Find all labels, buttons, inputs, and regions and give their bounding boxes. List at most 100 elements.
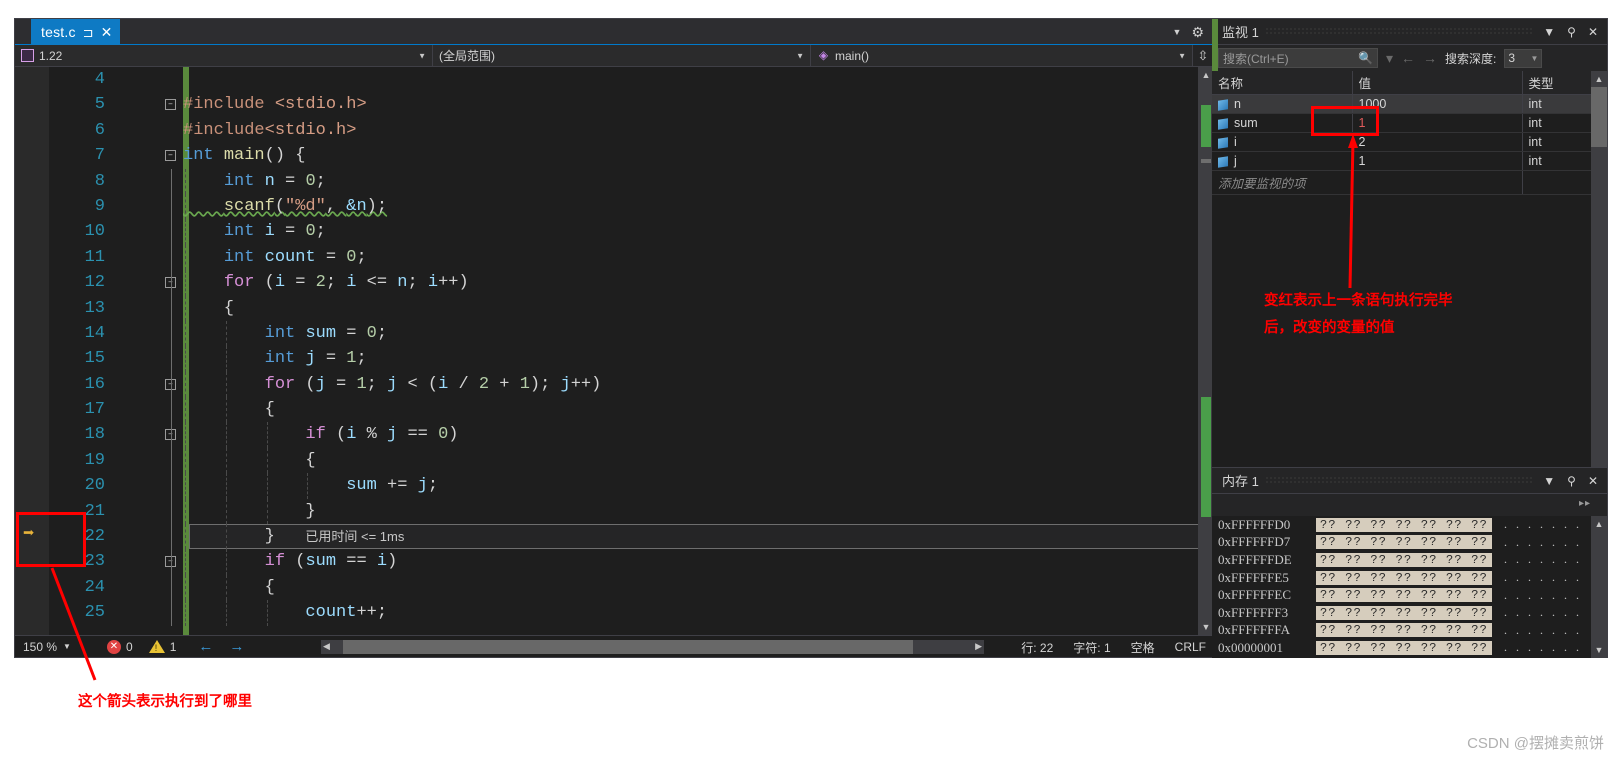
code-line[interactable]: 16– for (j = 1; j < (i / 2 + 1); j++)	[15, 371, 1214, 398]
drag-handle[interactable]	[1264, 27, 1535, 36]
close-icon[interactable]: ✕	[101, 25, 113, 39]
memory-vertical-scrollbar[interactable]: ▲ ▼	[1591, 516, 1607, 658]
column-header-value[interactable]: 值	[1352, 71, 1523, 95]
pin-icon[interactable]: ⚲	[1564, 474, 1579, 488]
editor-horizontal-scrollbar[interactable]: ◀ ▶	[321, 640, 984, 654]
code-line[interactable]: 23– if (sum == i)	[15, 549, 1214, 575]
scroll-up-icon[interactable]: ▲	[1591, 71, 1607, 87]
code-line[interactable]: 5 – #include <stdio.h>	[15, 92, 1214, 117]
code-line[interactable]: 19 {	[15, 447, 1214, 474]
code-line[interactable]: 11 int count = 0;	[15, 244, 1214, 271]
scroll-down-icon[interactable]: ▼	[1591, 642, 1607, 658]
watch-vertical-scrollbar[interactable]: ▲	[1591, 71, 1607, 472]
search-input[interactable]: 搜索(Ctrl+E) 🔍	[1218, 48, 1378, 68]
drag-handle[interactable]	[1264, 476, 1535, 485]
search-next-icon[interactable]: →	[1423, 50, 1437, 66]
pin-icon[interactable]: ⊐	[83, 26, 94, 39]
watch-variable-value[interactable]: 1	[1352, 151, 1523, 171]
watch-grid-container[interactable]: 名称 值 类型 n 1000 int sum 1 int i 2 int j 1 int 添加要监视的项…	[1212, 71, 1607, 472]
line-ending-indicator[interactable]: CRLF	[1175, 640, 1206, 654]
close-icon[interactable]: ✕	[1585, 474, 1601, 488]
pin-icon[interactable]: ⚲	[1564, 25, 1579, 39]
zoom-level-dropdown[interactable]: 150 % ▼	[15, 640, 91, 654]
memory-bytes[interactable]: ?? ?? ?? ?? ?? ?? ??	[1316, 535, 1493, 550]
watch-add-placeholder[interactable]: 添加要监视的项	[1212, 170, 1353, 195]
tab-test-c[interactable]: test.c ⊐ ✕	[31, 19, 121, 45]
memory-bytes[interactable]: ?? ?? ?? ?? ?? ?? ??	[1316, 623, 1493, 638]
scrollbar-thumb[interactable]	[343, 640, 913, 654]
close-icon[interactable]: ✕	[1585, 25, 1601, 39]
search-icon[interactable]: 🔍	[1358, 51, 1373, 65]
member-scope-dropdown[interactable]: (全局范围) ▼	[433, 45, 811, 66]
file-scope-dropdown[interactable]: 1.22 ▼	[15, 45, 433, 66]
memory-bytes[interactable]: ?? ?? ?? ?? ?? ?? ??	[1316, 640, 1493, 655]
code-line[interactable]: 9 scanf("%d", &n);	[15, 193, 1214, 220]
chevron-down-icon[interactable]: ▼	[796, 51, 804, 60]
memory-bytes[interactable]: ?? ?? ?? ?? ?? ?? ??	[1316, 605, 1493, 620]
chevron-down-icon[interactable]: ▼	[1540, 25, 1558, 39]
memory-row[interactable]: 0xFFFFFFF3 ?? ?? ?? ?? ?? ?? ?? . . . . . …	[1212, 604, 1607, 622]
code-line[interactable]: 13 {	[15, 295, 1214, 321]
toolbar-overflow-icon[interactable]: ▸▸	[1579, 498, 1591, 509]
navigate-back-icon[interactable]: ←	[198, 638, 213, 655]
memory-row[interactable]: 0x00000001 ?? ?? ?? ?? ?? ?? ?? . . . . . …	[1212, 639, 1607, 657]
watch-row[interactable]: sum 1 int	[1212, 113, 1607, 133]
code-line[interactable]: 15 int j = 1;	[15, 346, 1214, 372]
split-view-icon[interactable]: ⇳	[1193, 45, 1213, 66]
watch-row[interactable]: i 2 int	[1212, 132, 1607, 152]
scroll-left-icon[interactable]: ◀	[323, 641, 330, 652]
chevron-down-icon[interactable]: ▼	[1530, 54, 1538, 63]
watch-row[interactable]: j 1 int	[1212, 151, 1607, 171]
gear-icon[interactable]: ⚙	[1191, 24, 1204, 41]
memory-toolbar[interactable]: ▸▸	[1212, 494, 1607, 516]
indentation-indicator[interactable]: 空格	[1131, 639, 1155, 656]
warning-count-badge[interactable]: 1	[148, 640, 176, 654]
code-line[interactable]: 7 – int main() {	[15, 143, 1214, 168]
memory-bytes[interactable]: ?? ?? ?? ?? ?? ?? ??	[1316, 588, 1493, 603]
memory-row[interactable]: 0xFFFFFFD7 ?? ?? ?? ?? ?? ?? ?? . . . . . …	[1212, 534, 1607, 552]
navigate-forward-icon[interactable]: →	[229, 638, 244, 655]
code-line[interactable]: 8 int n = 0;	[15, 168, 1214, 194]
memory-bytes[interactable]: ?? ?? ?? ?? ?? ?? ??	[1316, 570, 1493, 585]
search-depth-input[interactable]: 3 ▼	[1504, 48, 1543, 68]
code-line[interactable]: 20 sum += j;	[15, 473, 1214, 499]
watch-add-row[interactable]: 添加要监视的项	[1212, 170, 1607, 195]
error-count-badge[interactable]: ✕ 0	[107, 639, 133, 654]
code-line[interactable]: 6 #include<stdio.h>	[15, 118, 1214, 143]
code-line[interactable]: 14 int sum = 0;	[15, 320, 1214, 347]
fold-toggle-icon[interactable]: –	[165, 99, 176, 111]
code-line[interactable]: 10 int i = 0;	[15, 219, 1214, 245]
memory-bytes[interactable]: ?? ?? ?? ?? ?? ?? ??	[1316, 517, 1493, 532]
chevron-down-icon[interactable]: ▼	[63, 642, 71, 651]
scroll-right-icon[interactable]: ▶	[975, 641, 982, 652]
code-line[interactable]: 22 ➡ } 已用时间 <= 1ms	[15, 524, 1214, 550]
memory-bytes[interactable]: ?? ?? ?? ?? ?? ?? ??	[1316, 552, 1493, 567]
memory-row[interactable]: 0xFFFFFFEC ?? ?? ?? ?? ?? ?? ?? . . . . . …	[1212, 586, 1607, 604]
code-line[interactable]: 24 {	[15, 574, 1214, 601]
scrollbar-thumb[interactable]	[1591, 87, 1607, 147]
watch-row[interactable]: n 1000 int	[1212, 94, 1607, 114]
fold-toggle-icon[interactable]: –	[165, 150, 176, 162]
chevron-down-icon[interactable]: ▼	[1178, 51, 1186, 60]
watch-variable-name[interactable]: j	[1212, 151, 1353, 171]
code-line[interactable]: 25 count++;	[15, 600, 1214, 626]
chevron-down-icon[interactable]: ▼	[1540, 474, 1558, 488]
chevron-down-icon[interactable]: ▾	[1386, 50, 1393, 67]
scroll-up-icon[interactable]: ▲	[1591, 516, 1607, 532]
code-editor-surface[interactable]: 4 5– #include <stdio.h> 6 #include<stdio.h> 7…	[15, 67, 1214, 635]
column-header-name[interactable]: 名称	[1212, 71, 1353, 95]
memory-row[interactable]: 0xFFFFFFDE ?? ?? ?? ?? ?? ?? ?? . . . . . …	[1212, 551, 1607, 569]
code-line[interactable]: 17 {	[15, 397, 1214, 423]
memory-row[interactable]: 0xFFFFFFE5 ?? ?? ?? ?? ?? ?? ?? . . . . . …	[1212, 569, 1607, 587]
code-line[interactable]: 12– for (i = 2; i <= n; i++)	[15, 270, 1214, 296]
chevron-down-icon[interactable]: ▼	[1173, 27, 1182, 37]
code-line[interactable]: 18– if (i % j == 0)	[15, 422, 1214, 448]
search-previous-icon[interactable]: ←	[1401, 50, 1415, 66]
function-scope-dropdown[interactable]: ◈ main() ▼	[811, 45, 1193, 66]
chevron-down-icon[interactable]: ▼	[418, 51, 426, 60]
memory-grid[interactable]: 0xFFFFFFD0 ?? ?? ?? ?? ?? ?? ?? . . . . . …	[1212, 516, 1607, 658]
code-line[interactable]: 4	[15, 67, 1214, 92]
memory-row[interactable]: 0xFFFFFFD0 ?? ?? ?? ?? ?? ?? ?? . . . . . …	[1212, 516, 1607, 534]
code-line[interactable]: 21 }	[15, 498, 1214, 525]
watch-add-value[interactable]	[1352, 170, 1523, 195]
